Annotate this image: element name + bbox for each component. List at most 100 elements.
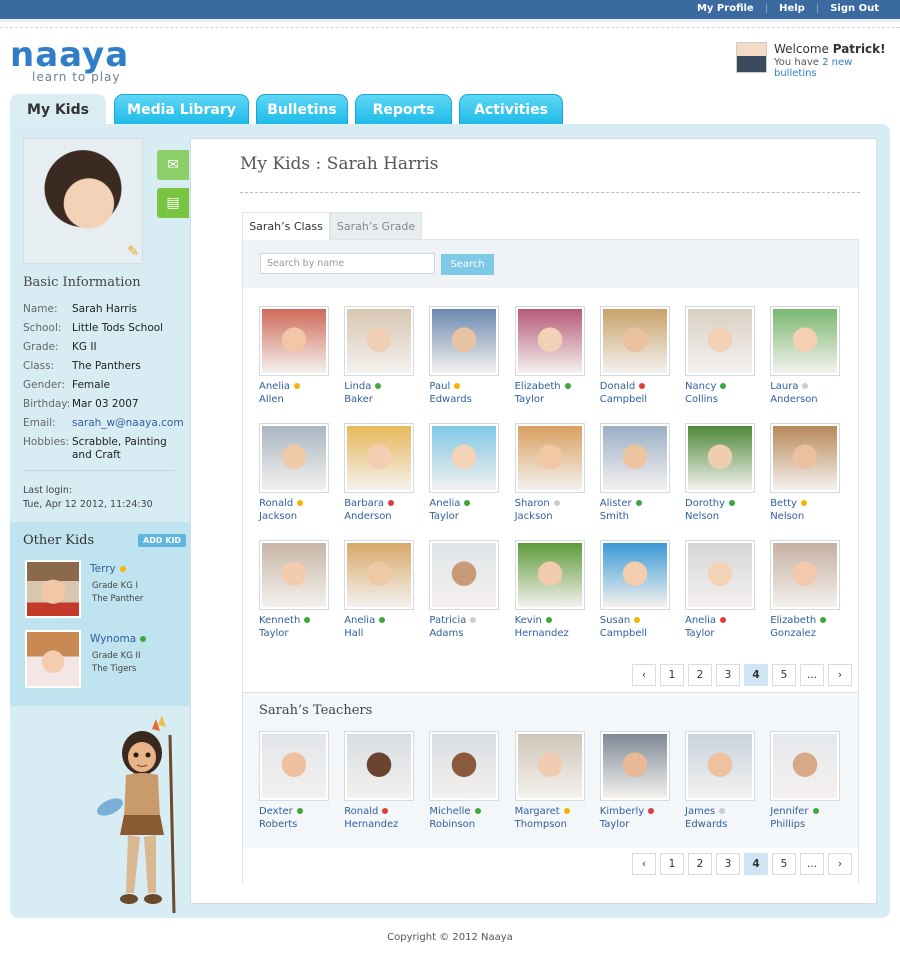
message-icon[interactable]: ✉ [157,150,189,180]
tab-my-kids[interactable]: My Kids [10,94,106,126]
classmate-first-name[interactable]: Anelia [429,497,501,510]
other-kid-name[interactable]: Terry [90,563,126,575]
classmate-photo[interactable] [429,540,500,610]
classmate-first-name[interactable]: Barbara [344,497,416,510]
classmate-last-name[interactable]: Jackson [259,510,331,523]
classmate-card[interactable]: Laura Anderson [770,306,842,406]
teacher-card[interactable]: Ronald Hernandez [344,731,416,831]
classmate-card[interactable]: Dorothy Nelson [685,423,757,523]
classmate-first-name[interactable]: Elizabeth [515,380,587,393]
classmate-photo[interactable] [770,540,841,610]
classmate-card[interactable]: Kevin Hernandez [514,540,587,640]
classmate-last-name[interactable]: Nelson [685,510,757,523]
teacher-photo[interactable] [344,731,415,801]
tab-reports[interactable]: Reports [355,94,452,124]
teacher-photo[interactable] [259,731,329,801]
tab-activities[interactable]: Activities [459,94,563,124]
classmate-last-name[interactable]: Baker [344,393,416,406]
classmate-card[interactable]: Ronald Jackson [259,423,331,523]
teacher-first-name[interactable]: Margaret [515,805,587,818]
page-1-button[interactable]: 1 [660,853,684,875]
classmate-photo[interactable] [259,306,329,376]
card-icon[interactable]: ▤ [157,188,189,218]
page-1-button[interactable]: 1 [660,664,684,686]
classmate-first-name[interactable]: Alister [600,497,672,510]
teacher-first-name[interactable]: Ronald [344,805,416,818]
page-4-button[interactable]: 4 [744,853,768,875]
classmate-photo[interactable] [514,540,585,610]
teacher-first-name[interactable]: James [685,805,757,818]
classmate-card[interactable]: Sharon Jackson [514,423,587,523]
other-kid-name[interactable]: Wynoma [90,633,147,645]
classmate-first-name[interactable]: Dorothy [685,497,757,510]
classmate-card[interactable]: Anelia Taylor [429,423,501,523]
classmate-first-name[interactable]: Kenneth [259,614,331,627]
teacher-first-name[interactable]: Michelle [429,805,501,818]
classmate-last-name[interactable]: Taylor [429,510,501,523]
classmate-first-name[interactable]: Kevin [515,614,587,627]
classmate-photo[interactable] [770,306,841,376]
classmate-photo[interactable] [685,423,755,493]
page-5-button[interactable]: 5 [772,853,796,875]
teacher-last-name[interactable]: Roberts [259,818,331,831]
teacher-first-name[interactable]: Jennifer [770,805,842,818]
classmate-photo[interactable] [599,423,670,493]
tab-media-library[interactable]: Media Library [114,94,249,124]
classmate-card[interactable]: Anelia Allen [259,306,331,406]
my-profile-link[interactable]: My Profile [686,3,765,14]
classmate-card[interactable]: Donald Campbell [599,306,672,406]
teacher-card[interactable]: Margaret Thompson [514,731,587,831]
page-2-button[interactable]: 2 [688,853,712,875]
teacher-card[interactable]: Dexter Roberts [259,731,331,831]
classmate-first-name[interactable]: Anelia [259,380,331,393]
other-kid-photo[interactable] [25,630,81,688]
teacher-photo[interactable] [429,731,500,801]
sign-out-link[interactable]: Sign Out [819,3,890,14]
teacher-first-name[interactable]: Kimberly [600,805,672,818]
classmate-first-name[interactable]: Sharon [515,497,587,510]
email-link[interactable]: sarah_w@naaya.com [72,414,184,433]
classmate-last-name[interactable]: Anderson [344,510,416,523]
tab-sarahs-grade[interactable]: Sarah’s Grade [330,212,422,240]
classmate-last-name[interactable]: Smith [600,510,672,523]
teacher-last-name[interactable]: Robinson [429,818,501,831]
prev-page-button[interactable]: ‹ [632,664,656,686]
classmate-last-name[interactable]: Hernandez [515,627,587,640]
teacher-photo[interactable] [685,731,755,801]
more-pages-button[interactable]: ... [800,664,824,686]
next-page-button[interactable]: › [828,664,852,686]
classmate-photo[interactable] [685,540,755,610]
classmate-photo[interactable] [770,423,841,493]
classmate-last-name[interactable]: Anderson [770,393,842,406]
teacher-card[interactable]: James Edwards [685,731,757,831]
teacher-photo[interactable] [514,731,585,801]
classmate-last-name[interactable]: Gonzalez [770,627,842,640]
teacher-card[interactable]: Kimberly Taylor [599,731,672,831]
classmate-card[interactable]: Anelia Hall [344,540,416,640]
classmate-photo[interactable] [259,423,329,493]
more-pages-button[interactable]: ... [800,853,824,875]
classmate-photo[interactable] [344,306,415,376]
teacher-last-name[interactable]: Hernandez [344,818,416,831]
classmate-first-name[interactable]: Linda [344,380,416,393]
classmate-last-name[interactable]: Nelson [770,510,842,523]
other-kid-photo[interactable] [25,560,81,618]
classmate-card[interactable]: Betty Nelson [770,423,842,523]
user-avatar[interactable] [736,42,767,73]
classmate-first-name[interactable]: Nancy [685,380,757,393]
classmate-card[interactable]: Patricia Adams [429,540,501,640]
classmate-card[interactable]: Alister Smith [599,423,672,523]
teacher-last-name[interactable]: Phillips [770,818,842,831]
classmate-last-name[interactable]: Adams [429,627,501,640]
classmate-first-name[interactable]: Elizabeth [770,614,842,627]
classmate-last-name[interactable]: Campbell [600,627,672,640]
prev-page-button[interactable]: ‹ [632,853,656,875]
teacher-last-name[interactable]: Edwards [685,818,757,831]
teacher-photo[interactable] [599,731,670,801]
classmate-card[interactable]: Barbara Anderson [344,423,416,523]
page-5-button[interactable]: 5 [772,664,796,686]
classmate-card[interactable]: Nancy Collins [685,306,757,406]
classmate-last-name[interactable]: Taylor [259,627,331,640]
classmate-photo[interactable] [514,306,585,376]
classmate-photo[interactable] [429,306,500,376]
